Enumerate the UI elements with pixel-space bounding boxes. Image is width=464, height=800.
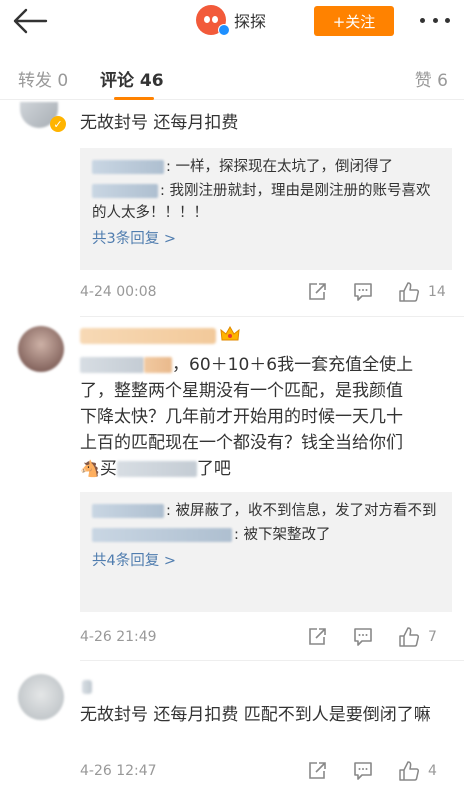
divider [80,660,464,661]
account-name[interactable]: 探探 [234,8,266,32]
reply-item[interactable]: : 一样，探探现在太坑了，倒闭得了 [92,156,440,178]
reply-item[interactable]: : 被屏蔽了，收不到信息，发了对方看不到 [92,500,440,522]
like-icon[interactable] [398,281,420,303]
reply-box[interactable]: : 被屏蔽了，收不到信息，发了对方看不到 : 被下架整改了 共4条回复 > [80,492,452,612]
tab-reposts[interactable]: 转发 0 [18,66,68,91]
account-header[interactable]: 探探 [196,4,266,36]
reply-text: : 一样，探探现在太坑了，倒闭得了 [166,159,393,175]
tab-bar: 转发 0 评论 46 赞 6 [0,50,464,100]
comment-meta: 4-24 00:08 14 [80,281,452,305]
comment-meta: 4-26 21:49 7 [80,626,452,650]
like-count: 14 [428,284,446,300]
blurred-mention [80,357,144,373]
share-icon[interactable] [306,760,328,782]
comment-time: 4-26 21:49 [80,629,157,645]
blurred-mention [116,461,197,477]
comment-text-block: ，60＋10＋6我一套充值全使上 了，整整两个星期没有一个匹配，是我颜值 下降太… [80,352,452,482]
comment-line: 下降太快？几年前才开始用的时候一天几十 [80,407,403,427]
more-replies-link[interactable]: 共4条回复 > [92,550,440,572]
back-arrow-icon[interactable] [10,4,50,38]
username-blurred[interactable] [80,328,216,344]
reply-author[interactable] [92,528,232,542]
crown-icon [220,326,240,341]
reply-text: : 被屏蔽了，收不到信息，发了对方看不到 [166,503,437,519]
comment-icon[interactable] [352,281,374,303]
like-icon[interactable] [398,760,420,782]
reply-box[interactable]: : 一样，探探现在太坑了，倒闭得了 : 我刚注册就封，理由是刚注册的账号喜欢的人… [80,148,452,270]
reply-item[interactable]: : 我刚注册就封，理由是刚注册的账号喜欢的人太多！！！！ [92,180,440,224]
like-count: 7 [428,629,437,645]
username-blurred[interactable] [82,680,92,694]
horse-emoji-icon: 🐴 [80,459,100,478]
comment-icon[interactable] [352,760,374,782]
comment-text: 无故封号 还每月扣费 匹配不到人是要倒闭了嘛 [80,705,431,725]
blurred-mention [144,357,172,373]
active-tab-indicator [114,97,154,100]
reply-author[interactable] [92,184,158,198]
comment-line: 了，整整两个星期没有一个匹配，是我颜值 [80,381,403,401]
comment-meta: 4-26 12:47 4 [80,760,452,784]
comment-line: 上百的匹配现在一个都没有？钱全当给你们 [80,433,403,453]
comment-time: 4-26 12:47 [80,763,157,779]
reply-author[interactable] [92,504,164,518]
divider [80,316,464,317]
reply-item[interactable]: : 被下架整改了 [92,524,440,546]
vip-badge-icon: ✓ [50,116,66,132]
share-icon[interactable] [306,281,328,303]
more-replies-link[interactable]: 共3条回复 > [92,228,440,250]
follow-button[interactable]: +关注 [314,6,394,36]
tab-likes[interactable]: 赞 6 [415,66,448,91]
avatar[interactable] [18,326,64,372]
top-bar: 探探 +关注 [0,0,464,42]
like-icon[interactable] [398,626,420,648]
reply-text: : 被下架整改了 [234,527,331,543]
share-icon[interactable] [306,626,328,648]
comment-line: 🐴买 了吧 [80,456,452,482]
comment-text: 无故封号 还每月扣费 [80,113,239,133]
more-options-icon[interactable] [420,8,450,32]
reply-author[interactable] [92,160,164,174]
comment-line: ，60＋10＋6我一套充值全使上 [80,352,452,378]
verified-badge-icon [218,24,230,36]
avatar[interactable] [18,674,64,720]
comment-time: 4-24 00:08 [80,284,157,300]
tab-comments[interactable]: 评论 46 [100,66,164,91]
comment-icon[interactable] [352,626,374,648]
like-count: 4 [428,763,437,779]
